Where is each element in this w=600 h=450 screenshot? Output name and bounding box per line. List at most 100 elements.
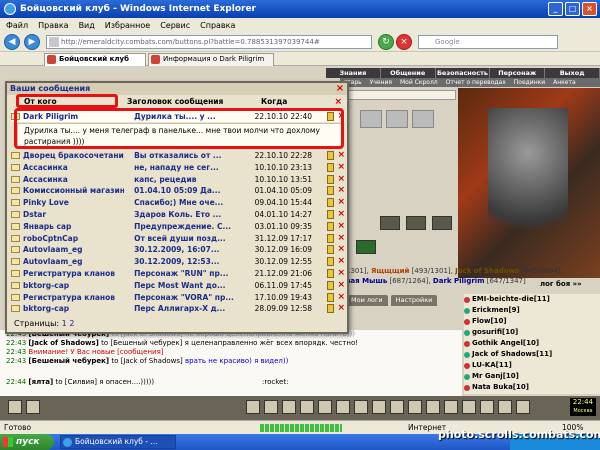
menu-view[interactable]: Вид <box>79 21 95 30</box>
chat-tool-button[interactable] <box>336 400 350 414</box>
user-item[interactable]: LU-KA[11] <box>464 360 600 371</box>
delete-icon[interactable]: × <box>337 209 345 220</box>
scroll-slot[interactable] <box>412 110 434 128</box>
participant-name[interactable]: Ящщщий <box>371 267 409 275</box>
message-subject[interactable]: Спасибо;) Мне оче... <box>124 197 255 208</box>
delete-icon[interactable]: × <box>337 233 345 244</box>
reply-icon[interactable] <box>326 186 335 196</box>
participant-name[interactable]: вая Мышь <box>346 277 387 285</box>
message-from[interactable]: bktorg-cap <box>23 303 124 314</box>
user-item[interactable]: Erickmen[9] <box>464 305 600 316</box>
reply-icon[interactable] <box>326 174 335 184</box>
delete-icon[interactable]: × <box>337 174 345 185</box>
menu-edit[interactable]: Правка <box>38 21 68 30</box>
dialog-close-icon[interactable]: × <box>335 84 345 94</box>
chat-recipient[interactable]: to [Бешеный чебурек] <box>99 339 185 347</box>
page-link[interactable]: 2 <box>69 319 74 328</box>
user-item[interactable]: Flow[10] <box>464 316 600 327</box>
message-from[interactable]: roboCptnCap <box>23 233 124 244</box>
message-subject[interactable]: От всей души позд... <box>124 233 255 244</box>
user-item[interactable]: EMI-beichte-die[11] <box>464 294 600 305</box>
message-subject[interactable]: Вы отказались от ... <box>124 150 255 161</box>
menu-tools[interactable]: Сервис <box>160 21 190 30</box>
message-from[interactable]: Autovlaam_eg <box>23 256 124 267</box>
reply-icon[interactable] <box>326 210 335 219</box>
taskbar-item[interactable]: Бойцовский клуб - ... <box>60 435 176 449</box>
col-subject[interactable]: Заголовок сообщения <box>127 97 261 108</box>
message-row[interactable]: Autovlaam_eg 30.12.2009, 16:07... 30.12.09… <box>11 244 345 255</box>
delete-icon[interactable]: × <box>337 162 345 173</box>
message-row[interactable]: bktorg-cap Перс Аллигарх-Х д... 28.09.09 1… <box>11 303 345 314</box>
message-subject[interactable]: 01.04.10 05:09 Да... <box>124 185 255 196</box>
chat-tool-button[interactable] <box>426 400 440 414</box>
tab-char-info[interactable]: Информация о Dark Piligrim <box>148 53 274 66</box>
reply-icon[interactable] <box>326 269 335 278</box>
delete-icon[interactable]: × <box>337 292 345 303</box>
search-field[interactable]: Google <box>418 35 558 49</box>
stop-icon[interactable]: × <box>396 34 412 50</box>
chat-nick[interactable]: [Jack of Shadows] <box>28 339 98 347</box>
message-from[interactable]: Autovlaam_eg <box>23 244 124 255</box>
subnav-item[interactable]: Мой Скролл <box>396 78 442 87</box>
nav-social[interactable]: Общение <box>381 68 436 78</box>
user-item[interactable]: Jack of Shadows[11] <box>464 349 600 360</box>
delete-icon[interactable]: × <box>337 150 345 161</box>
tab-fight-club[interactable]: Бойцовский клуб <box>44 53 146 66</box>
message-from[interactable]: bktorg-cap <box>23 280 124 291</box>
message-from[interactable]: Dstar <box>23 209 124 220</box>
message-from[interactable]: Январь cap <box>23 221 124 232</box>
chat-input-line[interactable]: 22:44 [ялта] to [Силвия] я опасен....)))… <box>0 378 462 388</box>
chat-tool-button[interactable] <box>372 400 386 414</box>
menu-favorites[interactable]: Избранное <box>105 21 150 30</box>
col-when[interactable]: Когда <box>261 97 331 108</box>
delete-icon[interactable]: × <box>337 221 345 232</box>
message-from[interactable]: Ассасинка <box>23 162 124 173</box>
message-from[interactable]: Pinky Love <box>23 197 124 208</box>
delete-icon[interactable]: × <box>337 256 345 267</box>
chat-tool-button[interactable] <box>516 400 530 414</box>
message-from[interactable]: Регистратура кланов <box>23 292 124 303</box>
reply-icon[interactable] <box>326 304 335 314</box>
message-row[interactable]: roboCptnCap От всей души позд... 31.12.09 … <box>11 233 345 244</box>
page-link[interactable]: 1 <box>62 319 67 328</box>
message-row[interactable]: Ассасинка капс, рецедив 10.10.10 13:51 × <box>11 174 345 185</box>
chat-tool-button[interactable] <box>444 400 458 414</box>
user-item[interactable]: gosurifi[10] <box>464 327 600 338</box>
chat-tool-button[interactable] <box>354 400 368 414</box>
subnav-item[interactable]: Отчет о переводах <box>442 78 510 87</box>
subnav-item[interactable]: Учения <box>366 78 396 87</box>
scroll-slot[interactable] <box>386 110 408 128</box>
message-row[interactable]: Autovlaam_eg 30.12.2009, 12:53... 30.12.09… <box>11 256 345 267</box>
message-row[interactable]: Регистратура кланов Персонаж "RUN" пр... 2… <box>11 268 345 279</box>
message-subject[interactable]: не, нападу не сег... <box>124 162 255 173</box>
message-subject[interactable]: Перс Most Want до... <box>124 280 255 291</box>
reply-icon[interactable] <box>326 233 335 243</box>
reply-icon[interactable] <box>326 245 335 255</box>
message-row[interactable]: bktorg-cap Перс Most Want до... 06.11.09 1… <box>11 280 345 291</box>
participant-name[interactable]: Dark Piligrim <box>433 277 485 285</box>
message-row[interactable]: Pinky Love Спасибо;) Мне оче... 09.04.10 1… <box>11 197 345 208</box>
subnav-item[interactable]: Поединки <box>510 78 549 87</box>
subnav-item[interactable]: Анкета <box>549 78 580 87</box>
message-from[interactable]: Комиссионный магазин <box>23 185 124 196</box>
reply-icon[interactable] <box>326 257 335 267</box>
start-button[interactable]: пуск <box>0 434 54 450</box>
back-icon[interactable]: ◀ <box>4 34 20 50</box>
message-row[interactable]: Комиссионный магазин 01.04.10 05:09 Да...… <box>11 185 345 196</box>
message-subject[interactable]: Здаров Коль. Ето ... <box>124 209 255 220</box>
nav-exit[interactable]: Выход <box>545 68 600 78</box>
chat-nick[interactable]: [Бешеный чебурек] <box>28 357 109 365</box>
user-item[interactable]: Nata Buka[10] <box>464 382 600 393</box>
forward-icon[interactable]: ▶ <box>24 34 40 50</box>
chat-tool-button[interactable] <box>390 400 404 414</box>
message-row[interactable]: Дворец бракосочетаний Вы отказались от ..… <box>11 150 345 161</box>
chat-recipient[interactable]: to [Jack of Shadows] <box>109 357 185 365</box>
nav-security[interactable]: Безопасность <box>436 68 491 78</box>
message-subject[interactable]: Предупреждение. С... <box>124 221 255 232</box>
delete-icon[interactable]: × <box>337 244 345 255</box>
message-from[interactable]: Регистратура кланов <box>23 268 124 279</box>
tab-settings[interactable]: Настройки <box>390 295 438 306</box>
chat-tool-button[interactable] <box>264 400 278 414</box>
nav-knowledge[interactable]: Знания <box>326 68 381 78</box>
chat-tool-button[interactable] <box>282 400 296 414</box>
